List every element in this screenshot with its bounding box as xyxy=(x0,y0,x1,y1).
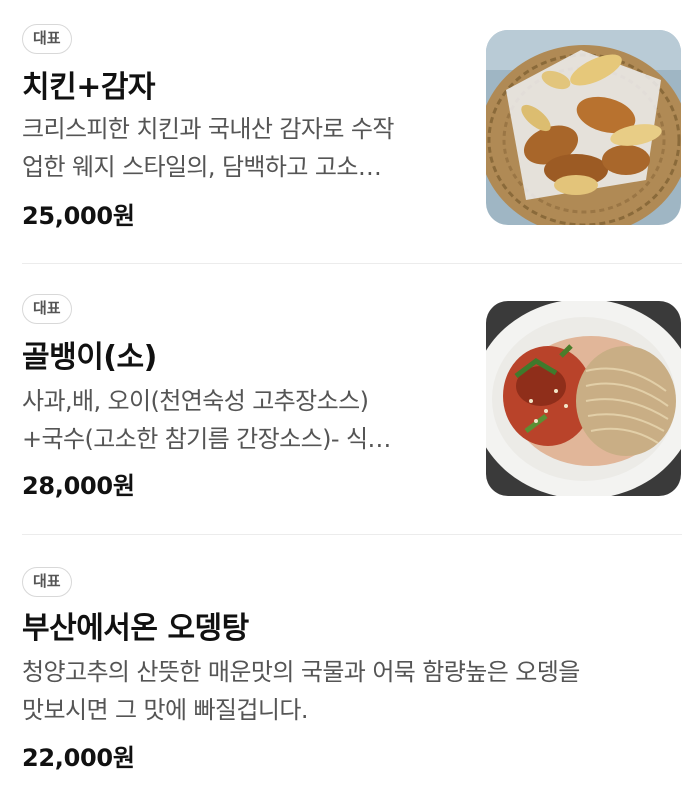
golbaengi-noodle-photo[interactable] xyxy=(486,301,681,496)
signature-badge: 대표 xyxy=(22,294,72,324)
menu-item-description: 크리스피한 치킨과 국내산 감자로 수작 업한 웨지 스타일의, 담백하고 고소… xyxy=(22,110,462,186)
menu-item-name: 치킨+감자 xyxy=(22,70,156,105)
menu-item-description: 청양고추의 산뜻한 매운맛의 국물과 어묵 함량높은 오뎅을 맛보시면 그 맛에… xyxy=(22,653,682,729)
menu-item-golbaengi[interactable]: 대표 골뱅이(소) 사과,배, 오이(천연숙성 고추장소스) +국수(고소한 참… xyxy=(0,264,696,534)
menu-list: 대표 치킨+감자 크리스피한 치킨과 국내산 감자로 수작 업한 웨지 스타일의… xyxy=(0,0,696,790)
menu-item-price: 22,000원 xyxy=(22,744,135,772)
chicken-potato-image xyxy=(486,30,681,225)
description-line: +국수(고소한 참기름 간장소스)- 식… xyxy=(22,425,391,453)
menu-item-chicken-potato[interactable]: 대표 치킨+감자 크리스피한 치킨과 국내산 감자로 수작 업한 웨지 스타일의… xyxy=(0,0,696,263)
menu-item-odeng-tang[interactable]: 대표 부산에서온 오뎅탕 청양고추의 산뜻한 매운맛의 국물과 어묵 함량높은 … xyxy=(0,535,696,790)
description-line: 사과,배, 오이(천연숙성 고추장소스) xyxy=(22,387,369,415)
description-line: 업한 웨지 스타일의, 담백하고 고소… xyxy=(22,153,382,181)
chicken-potato-photo[interactable] xyxy=(486,30,681,225)
menu-item-description: 사과,배, 오이(천연숙성 고추장소스) +국수(고소한 참기름 간장소스)- … xyxy=(22,382,462,458)
menu-item-name: 골뱅이(소) xyxy=(22,340,157,375)
signature-badge: 대표 xyxy=(22,24,72,54)
menu-item-price: 28,000원 xyxy=(22,472,135,500)
menu-item-name: 부산에서온 오뎅탕 xyxy=(22,611,249,646)
menu-item-price: 25,000원 xyxy=(22,202,135,230)
description-line: 크리스피한 치킨과 국내산 감자로 수작 xyxy=(22,115,394,143)
golbaengi-image xyxy=(486,301,681,496)
signature-badge: 대표 xyxy=(22,567,72,597)
description-line: 맛보시면 그 맛에 빠질겁니다. xyxy=(22,696,308,724)
description-line: 청양고추의 산뜻한 매운맛의 국물과 어묵 함량높은 오뎅을 xyxy=(22,658,580,686)
